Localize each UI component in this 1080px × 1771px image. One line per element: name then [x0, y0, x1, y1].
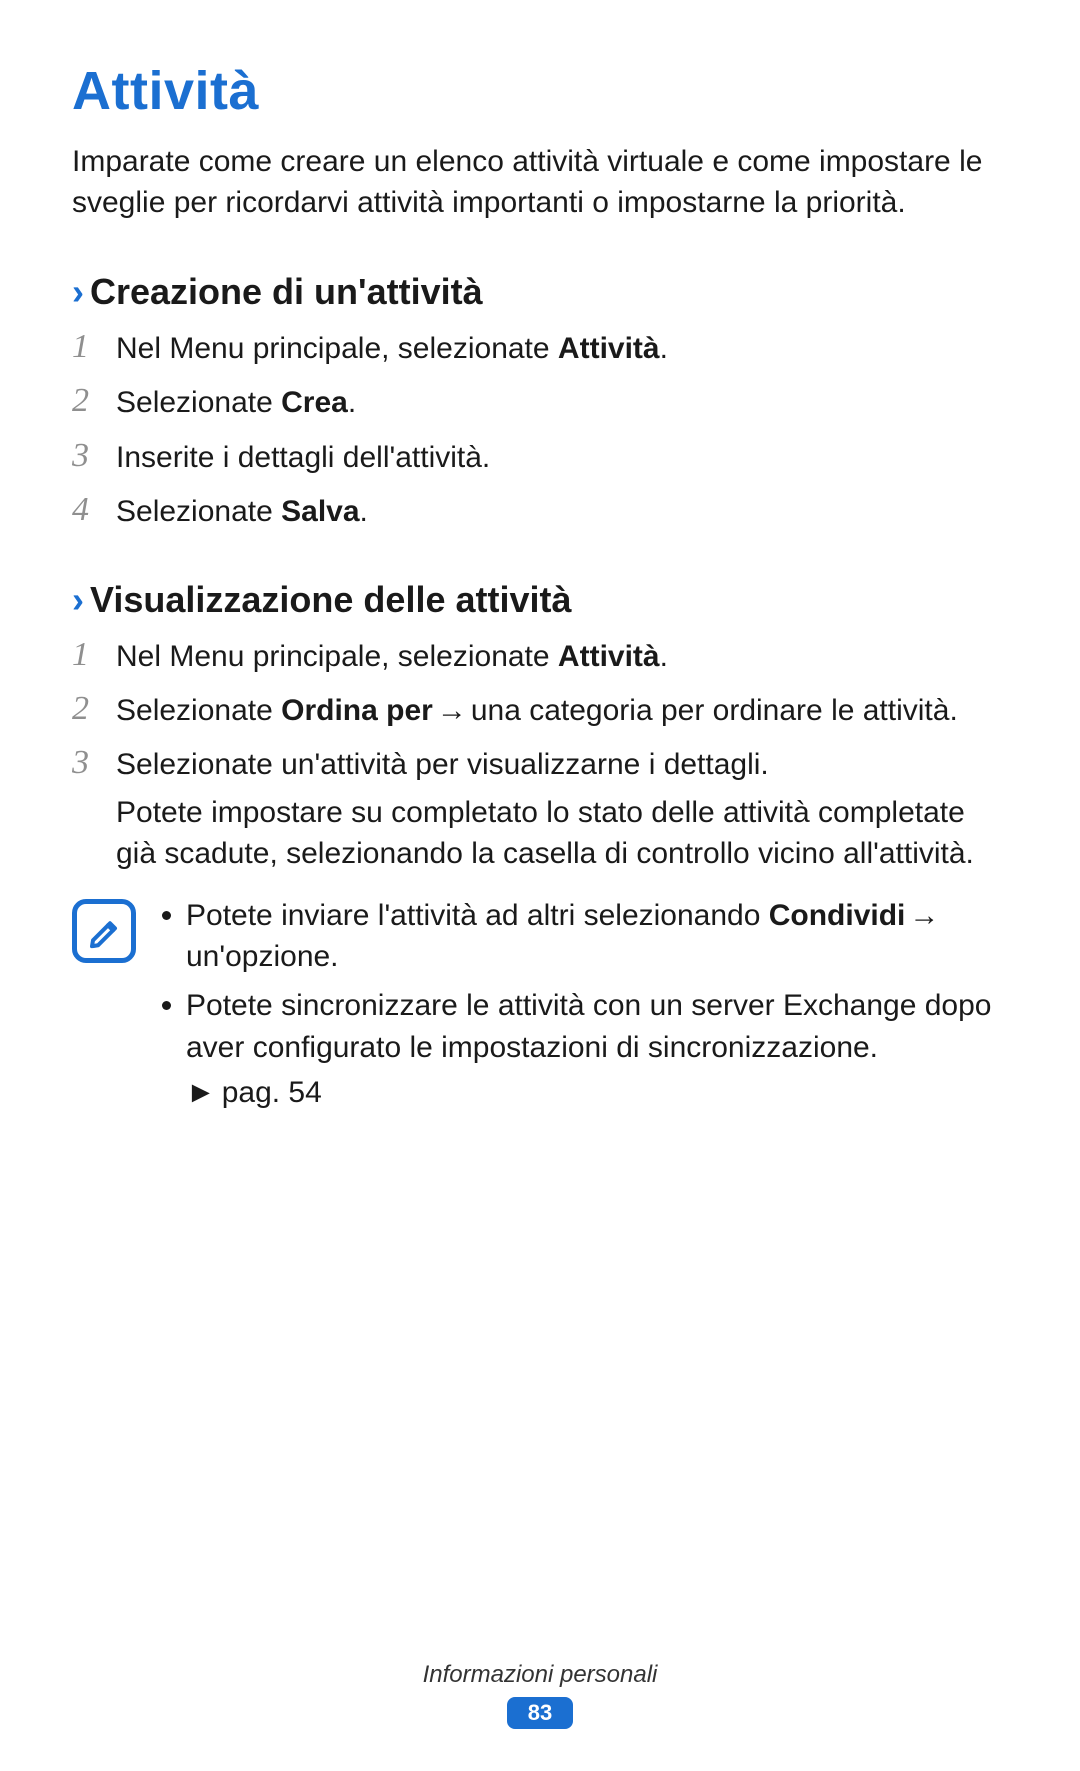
step-number: 2 [72, 689, 116, 730]
subheading-view: › Visualizzazione delle attività [72, 579, 1008, 621]
subheading-text: Visualizzazione delle attività [90, 579, 572, 621]
note-content: Potete inviare l'attività ad altri selez… [158, 895, 1008, 1111]
step-number: 4 [72, 490, 116, 531]
step-item: 2 Selezionate Crea. [72, 381, 1008, 423]
chevron-icon: › [72, 274, 84, 310]
note-list: Potete inviare l'attività ad altri selez… [158, 895, 1008, 1069]
chevron-icon: › [72, 582, 84, 618]
manual-page: Attività Imparate come creare un elenco … [0, 0, 1080, 1771]
step-number: 1 [72, 327, 116, 368]
step-text: Nel Menu principale, selezionate Attivit… [116, 635, 668, 677]
step-item: 3 Selezionate un'attività per visualizza… [72, 743, 1008, 874]
page-title: Attività [72, 60, 1008, 122]
step-number: 2 [72, 381, 116, 422]
step-text: Inserite i dettagli dell'attività. [116, 436, 490, 478]
step-item: 1 Nel Menu principale, selezionate Attiv… [72, 327, 1008, 369]
step-text: Selezionate un'attività per visualizzarn… [116, 743, 1008, 874]
page-number: 83 [507, 1697, 573, 1729]
footer-section-label: Informazioni personali [0, 1661, 1080, 1689]
subheading-create: › Creazione di un'attività [72, 271, 1008, 313]
step-item: 1 Nel Menu principale, selezionate Attiv… [72, 635, 1008, 677]
intro-paragraph: Imparate come creare un elenco attività … [72, 142, 1008, 223]
step-number: 3 [72, 743, 116, 784]
step-text: Selezionate Crea. [116, 381, 356, 423]
steps-view: 1 Nel Menu principale, selezionate Attiv… [72, 635, 1008, 875]
subheading-text: Creazione di un'attività [90, 271, 483, 313]
step-text: Nel Menu principale, selezionate Attivit… [116, 327, 668, 369]
step-number: 1 [72, 635, 116, 676]
step-text: Selezionate Ordina per → una categoria p… [116, 689, 958, 731]
step-item: 2 Selezionate Ordina per → una categoria… [72, 689, 1008, 731]
note-box: Potete inviare l'attività ad altri selez… [72, 895, 1008, 1111]
page-reference: ►pag. 54 [158, 1076, 1008, 1110]
note-bullet: Potete inviare l'attività ad altri selez… [158, 895, 1008, 978]
step-number: 3 [72, 436, 116, 477]
note-bullet: Potete sincronizzare le attività con un … [158, 985, 1008, 1068]
step-text: Selezionate Salva. [116, 490, 368, 532]
note-icon [72, 899, 136, 963]
page-footer: Informazioni personali 83 [0, 1661, 1080, 1729]
step-item: 4 Selezionate Salva. [72, 490, 1008, 532]
triangle-icon: ► [186, 1076, 216, 1110]
steps-create: 1 Nel Menu principale, selezionate Attiv… [72, 327, 1008, 533]
step-item: 3 Inserite i dettagli dell'attività. [72, 436, 1008, 478]
